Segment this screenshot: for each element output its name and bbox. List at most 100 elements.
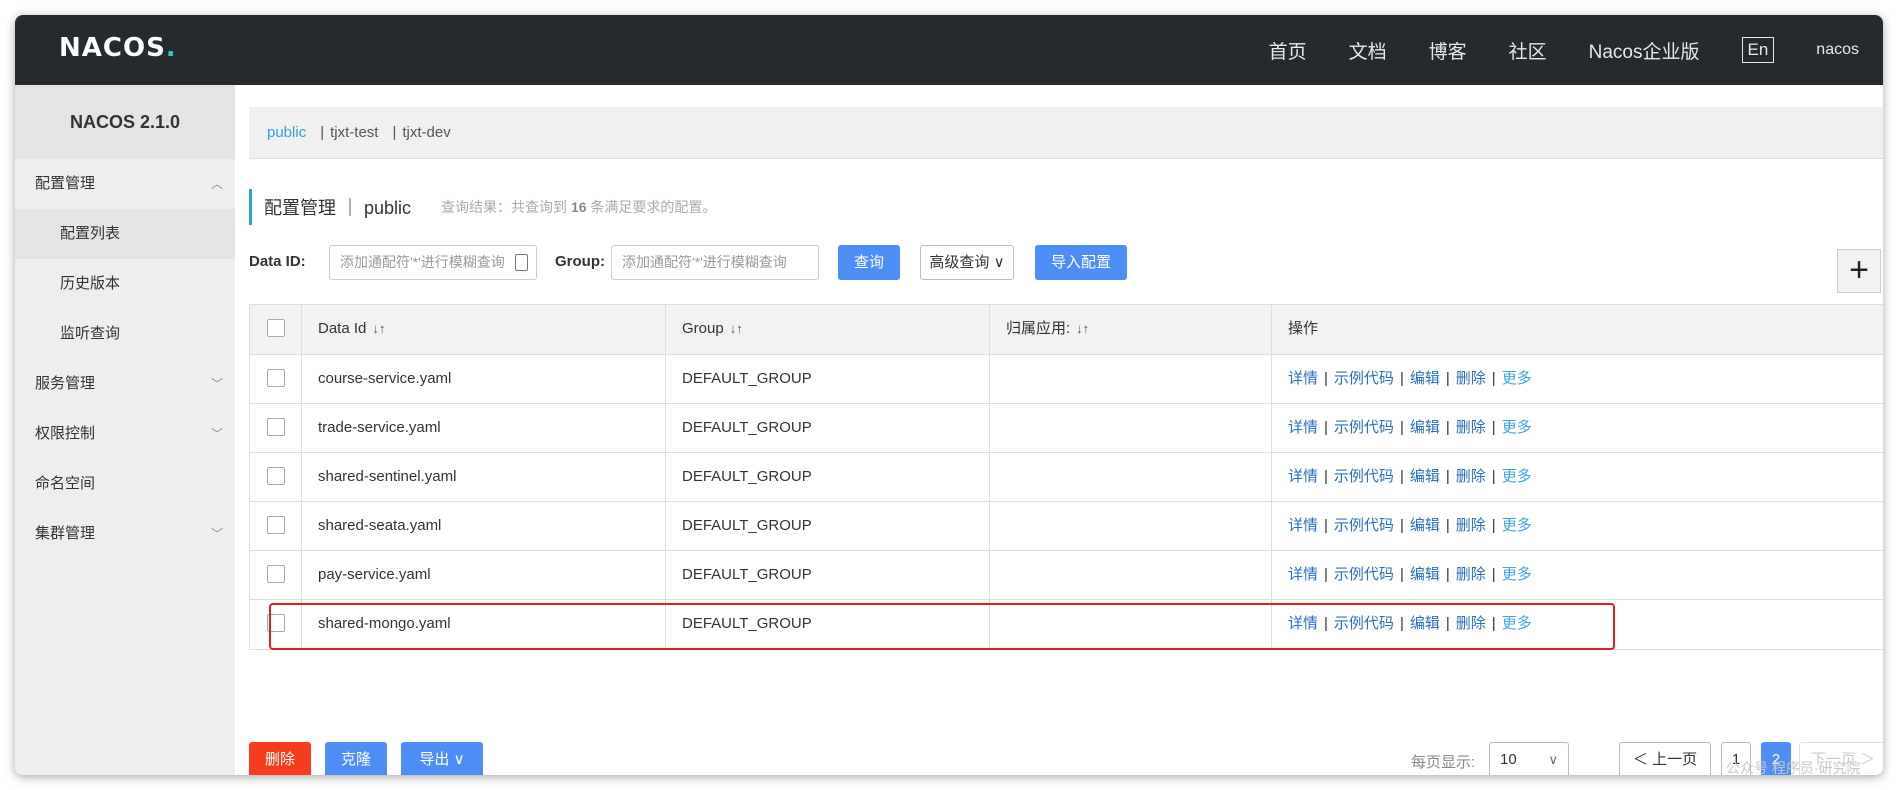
edit-link[interactable]: 编辑 (1410, 419, 1440, 436)
table-row: pay-service.yaml DEFAULT_GROUP 详情 | 示例代码 | 编… (250, 551, 1883, 600)
edit-link[interactable]: 编辑 (1410, 370, 1440, 387)
sample-code-link[interactable]: 示例代码 (1334, 517, 1394, 534)
more-link[interactable]: 更多 (1502, 615, 1532, 632)
sort-icon[interactable]: ↓↑ (372, 321, 385, 336)
sidebar-item-namespace[interactable]: 命名空间 (15, 459, 235, 509)
row-group: DEFAULT_GROUP (666, 453, 990, 501)
user-name[interactable]: nacos (1816, 41, 1859, 59)
row-app (990, 551, 1272, 599)
row-checkbox[interactable] (267, 418, 285, 436)
edit-link[interactable]: 编辑 (1410, 468, 1440, 485)
sidebar-item-label: 权限控制 (35, 425, 96, 442)
table-row: course-service.yaml DEFAULT_GROUP 详情 | 示例代… (250, 355, 1883, 404)
header-dataid[interactable]: Data Id ↓↑ (302, 305, 666, 354)
sample-code-link[interactable]: 示例代码 (1334, 419, 1394, 436)
nav-blog[interactable]: 博客 (1429, 37, 1467, 64)
row-group: DEFAULT_GROUP (666, 551, 990, 599)
more-link[interactable]: 更多 (1502, 419, 1532, 436)
version-label: NACOS 2.1.0 (15, 85, 235, 159)
header-group[interactable]: Group ↓↑ (666, 305, 990, 354)
edit-link[interactable]: 编辑 (1410, 615, 1440, 632)
detail-link[interactable]: 详情 (1288, 615, 1318, 632)
nacos-logo[interactable]: NACOS. (59, 33, 177, 63)
delete-link[interactable]: 删除 (1456, 566, 1486, 583)
sidebar-item-config-management[interactable]: 配置管理 ︿ (15, 159, 235, 209)
nav-enterprise[interactable]: Nacos企业版 (1589, 37, 1700, 64)
prev-page-button[interactable]: ＜ 上一页 (1619, 742, 1711, 775)
page-title: 配置管理 ｜ public (264, 198, 412, 218)
import-config-button[interactable]: 导入配置 (1035, 245, 1127, 280)
detail-link[interactable]: 详情 (1288, 370, 1318, 387)
sample-code-link[interactable]: 示例代码 (1334, 468, 1394, 485)
language-toggle[interactable]: En (1741, 37, 1775, 63)
sidebar-item-history[interactable]: 历史版本 (15, 259, 235, 309)
table-row: shared-sentinel.yaml DEFAULT_GROUP 详情 | 示例… (250, 453, 1883, 502)
clipboard-icon (515, 254, 528, 271)
row-checkbox[interactable] (267, 467, 285, 485)
detail-link[interactable]: 详情 (1288, 566, 1318, 583)
nav-docs[interactable]: 文档 (1349, 37, 1387, 64)
edit-link[interactable]: 编辑 (1410, 566, 1440, 583)
nav-home[interactable]: 首页 (1269, 37, 1307, 64)
nav-community[interactable]: 社区 (1509, 37, 1547, 64)
detail-link[interactable]: 详情 (1288, 419, 1318, 436)
sort-icon[interactable]: ↓↑ (1076, 321, 1089, 336)
delete-link[interactable]: 删除 (1456, 419, 1486, 436)
detail-link[interactable]: 详情 (1288, 517, 1318, 534)
query-button[interactable]: 查询 (838, 245, 900, 280)
sample-code-link[interactable]: 示例代码 (1334, 615, 1394, 632)
row-operations: 详情 | 示例代码 | 编辑 | 删除 | 更多 (1288, 566, 1532, 583)
row-app (990, 355, 1272, 403)
more-link[interactable]: 更多 (1502, 566, 1532, 583)
group-label: Group: (555, 253, 605, 270)
group-search-input[interactable]: 添加通配符'*'进行模糊查询 (611, 245, 819, 280)
row-group: DEFAULT_GROUP (666, 600, 990, 649)
row-checkbox[interactable] (267, 369, 285, 387)
more-link[interactable]: 更多 (1502, 517, 1532, 534)
clone-button[interactable]: 克隆 (325, 742, 387, 775)
header-app[interactable]: 归属应用: ↓↑ (990, 305, 1272, 354)
namespace-tab-tjxt-dev[interactable]: tjxt-dev (402, 124, 450, 141)
delete-link[interactable]: 删除 (1456, 468, 1486, 485)
delete-link[interactable]: 删除 (1456, 517, 1486, 534)
add-config-button[interactable]: + (1837, 249, 1881, 293)
sample-code-link[interactable]: 示例代码 (1334, 370, 1394, 387)
row-operations: 详情 | 示例代码 | 编辑 | 删除 | 更多 (1288, 615, 1532, 632)
dataid-search-input[interactable]: 添加通配符'*'进行模糊查询 (329, 245, 537, 280)
filter-bar: Data ID: 添加通配符'*'进行模糊查询 Group: 添加通配符'*'进… (249, 245, 1883, 293)
sidebar-item-auth-control[interactable]: 权限控制 ﹀ (15, 409, 235, 459)
row-checkbox[interactable] (267, 614, 285, 632)
sample-code-link[interactable]: 示例代码 (1334, 566, 1394, 583)
sidebar-item-service-management[interactable]: 服务管理 ﹀ (15, 359, 235, 409)
config-table: Data Id ↓↑ Group ↓↑ 归属应用: ↓↑ 操作 course-serv… (249, 304, 1883, 650)
namespace-tab-tjxt-test[interactable]: tjxt-test (330, 124, 378, 141)
namespace-bar: public | tjxt-test | tjxt-dev (249, 107, 1883, 159)
row-checkbox[interactable] (267, 565, 285, 583)
table-header-row: Data Id ↓↑ Group ↓↑ 归属应用: ↓↑ 操作 (250, 305, 1883, 355)
export-button[interactable]: 导出 ∨ (401, 742, 483, 775)
delete-link[interactable]: 删除 (1456, 370, 1486, 387)
detail-link[interactable]: 详情 (1288, 468, 1318, 485)
delete-link[interactable]: 删除 (1456, 615, 1486, 632)
table-row: shared-mongo.yaml DEFAULT_GROUP 详情 | 示例代码 |… (250, 600, 1883, 649)
more-link[interactable]: 更多 (1502, 468, 1532, 485)
sidebar-item-cluster-management[interactable]: 集群管理 ﹀ (15, 509, 235, 559)
sidebar-item-label: 服务管理 (35, 375, 96, 392)
advanced-query-button[interactable]: 高级查询 ∨ (920, 245, 1014, 280)
edit-link[interactable]: 编辑 (1410, 517, 1440, 534)
row-dataid: course-service.yaml (302, 355, 666, 403)
sidebar-item-listener-query[interactable]: 监听查询 (15, 309, 235, 359)
namespace-tab-public[interactable]: public (267, 124, 306, 141)
batch-delete-button[interactable]: 删除 (249, 742, 311, 775)
more-link[interactable]: 更多 (1502, 370, 1532, 387)
row-app (990, 404, 1272, 452)
row-app (990, 502, 1272, 550)
row-checkbox[interactable] (267, 516, 285, 534)
sidebar-item-label: 命名空间 (35, 475, 96, 492)
sort-icon[interactable]: ↓↑ (730, 321, 743, 336)
row-group: DEFAULT_GROUP (666, 502, 990, 550)
select-all-checkbox[interactable] (267, 319, 285, 337)
page-size-select[interactable]: 10 ∨ (1489, 742, 1569, 775)
bottom-action-bar: 删除 克隆 导出 ∨ 每页显示: 10 ∨ ＜ 上一页 1 2 下一页 ＞ (249, 742, 1883, 775)
sidebar-item-config-list[interactable]: 配置列表 (15, 209, 235, 259)
